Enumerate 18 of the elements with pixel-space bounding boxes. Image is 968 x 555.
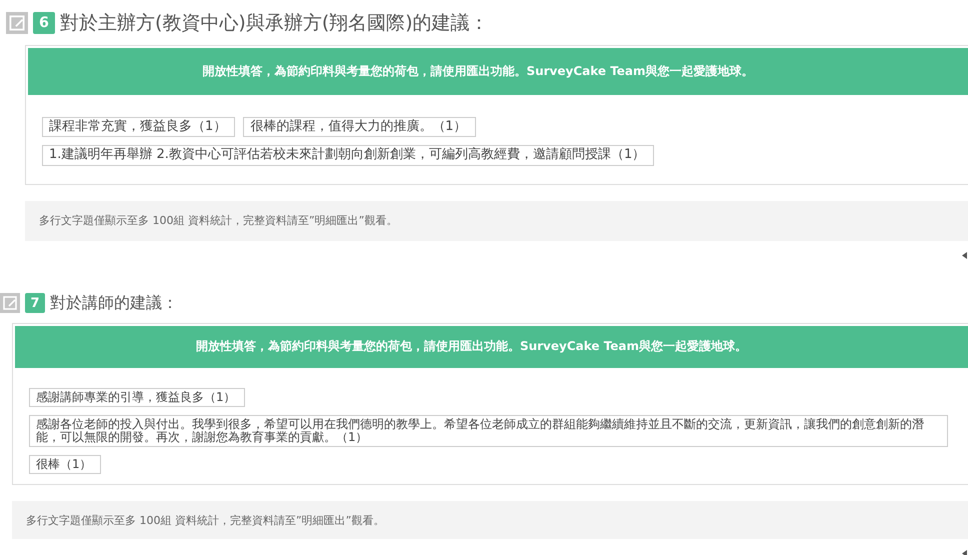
- caret-icon[interactable]: [962, 550, 967, 555]
- answer-tag: 很棒（1）: [29, 455, 101, 474]
- info-note: 多行文字題僅顯示至多 100組 資料統計，完整資料請至”明細匯出”觀看。: [12, 501, 968, 540]
- question-title: 對於主辦方(教資中心)與承辦方(翔名國際)的建議：: [60, 11, 489, 36]
- export-banner: 開放性填答，為節約印料與考量您的荷包，請使用匯出功能。SurveyCake Team與您一起愛護地球。: [28, 48, 968, 95]
- question-number: 6: [33, 12, 55, 34]
- edit-icon: [0, 293, 20, 314]
- edit-icon: [6, 12, 28, 34]
- answer-tag: 1.建議明年再舉辦 2.教資中心可評估若校未來計劃朝向創新創業，可編列高教經費，邀請顧問授課（1）: [42, 145, 654, 166]
- answer-tag: 感謝講師專業的引導，獲益良多（1）: [29, 388, 245, 407]
- answer-tag: 感謝各位老師的投入與付出。我學到很多，希望可以用在我們德明的教學上。希望各位老師成立的群組能夠繼續維持並且不斷的交流，更新資訊，讓我們的創意創新的潛能，可以無限的開發。再次，謝謝您為教育事業的貢獻。（1）: [29, 414, 948, 448]
- info-note: 多行文字題僅顯示至多 100組 資料統計，完整資料請至”明細匯出”觀看。: [25, 200, 968, 241]
- caret-icon[interactable]: [962, 252, 967, 259]
- question-number: 7: [25, 293, 45, 314]
- answer-tag: 課程非常充實，獲益良多（1）: [42, 117, 236, 138]
- question-title: 對於講師的建議：: [50, 292, 178, 314]
- export-banner: 開放性填答，為節約印料與考量您的荷包，請使用匯出功能。SurveyCake Team與您一起愛護地球。: [15, 326, 968, 368]
- answer-tag: 很棒的課程，值得大力的推廣。（1）: [243, 117, 476, 138]
